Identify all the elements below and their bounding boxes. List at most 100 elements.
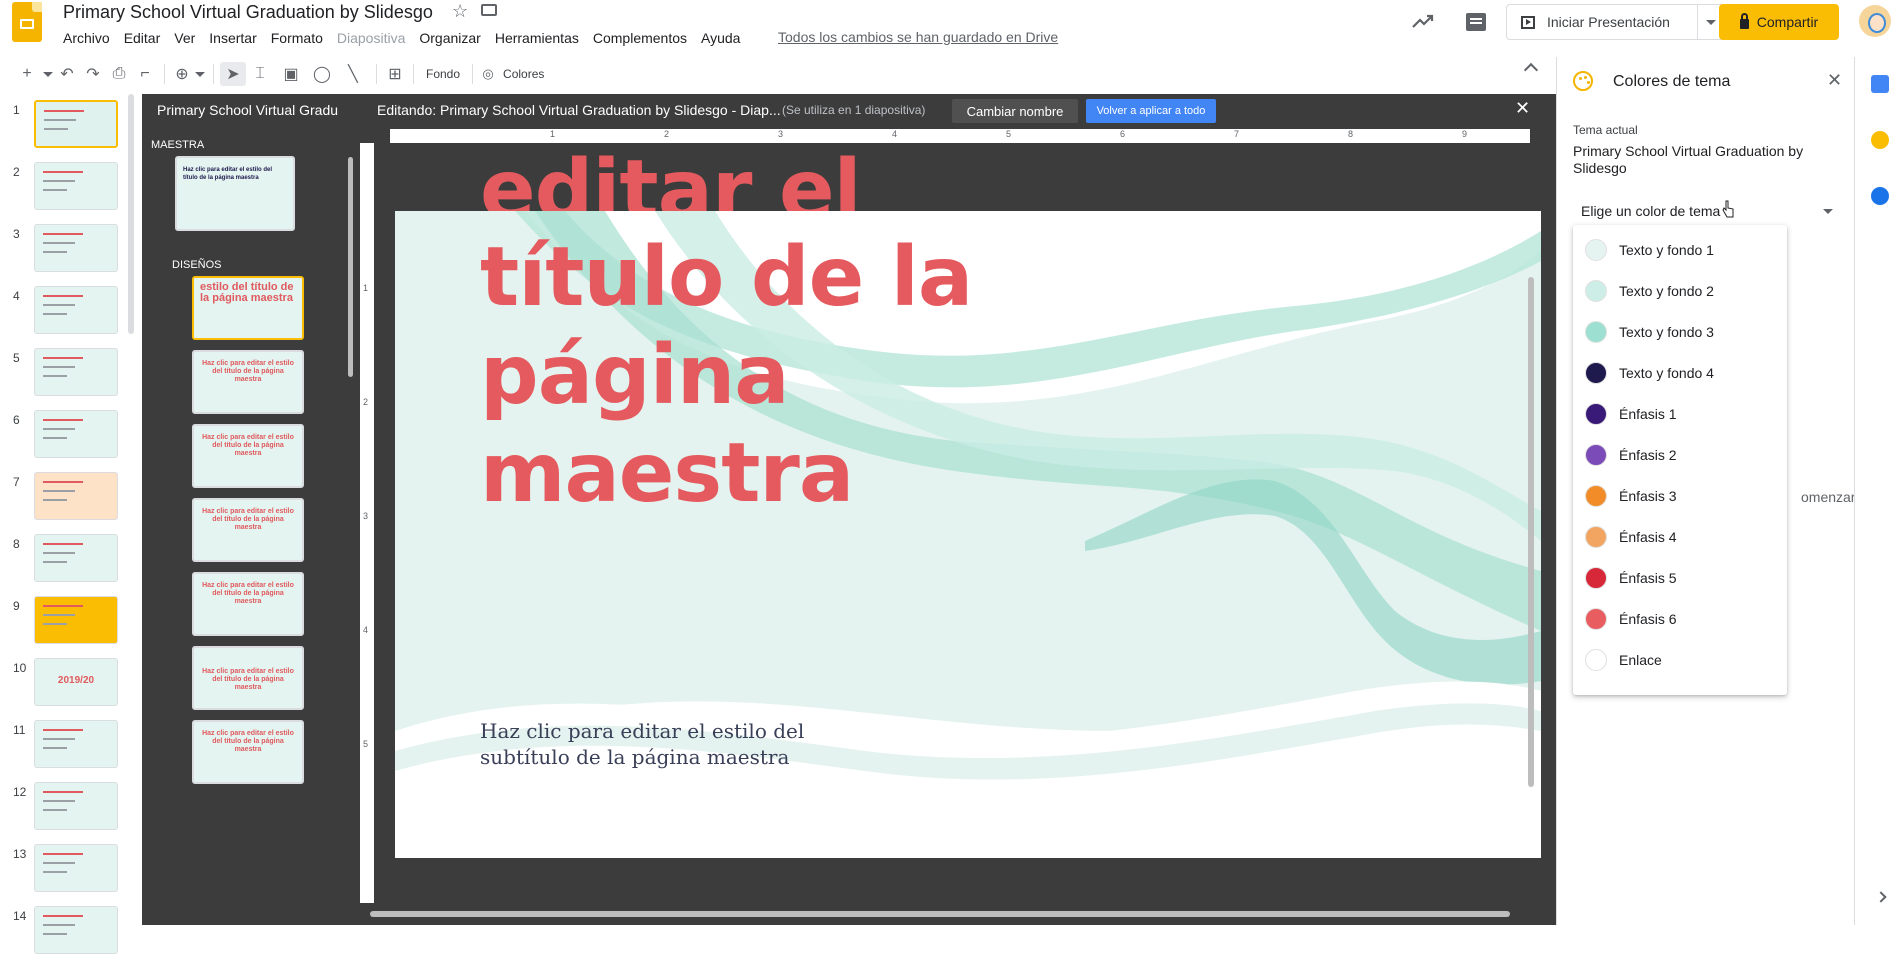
new-slide-icon[interactable]: + <box>12 62 42 86</box>
layout-thumbnail[interactable]: Haz clic para editar el estilo del títul… <box>192 424 304 488</box>
keep-icon[interactable] <box>1871 131 1889 149</box>
text-box-icon[interactable]: ⌶ <box>246 62 274 86</box>
menu-formato[interactable]: Formato <box>264 29 330 47</box>
reapply-all-button[interactable]: Volver a aplicar a todo <box>1086 99 1216 123</box>
slide-thumbnail[interactable] <box>34 348 118 396</box>
line-icon[interactable]: ╲ <box>336 62 370 86</box>
comments-icon[interactable] <box>1466 13 1486 31</box>
slide-thumbnail[interactable] <box>34 596 118 644</box>
slide-thumbnail[interactable] <box>34 472 118 520</box>
background-button[interactable]: Fondo <box>420 67 466 81</box>
menu-organizar[interactable]: Organizar <box>412 29 487 47</box>
slide-thumbnail[interactable] <box>34 286 118 334</box>
layout-thumbnail[interactable]: estilo del título de la página maestra <box>192 276 304 340</box>
menu-diapositiva[interactable]: Diapositiva <box>330 29 412 47</box>
filmstrip-slide[interactable]: 1 <box>0 100 142 162</box>
image-icon[interactable]: ▣ <box>274 62 308 86</box>
palette-small-icon[interactable]: ◎ <box>479 62 497 86</box>
theme-color-option[interactable]: Énfasis 3 <box>1573 475 1787 516</box>
activity-trend-icon[interactable] <box>1412 13 1434 29</box>
filmstrip-slide[interactable]: 10 2019/20 <box>0 658 142 720</box>
horizontal-ruler[interactable]: 1 2 3 4 5 6 7 8 9 <box>390 129 1530 143</box>
layout-thumbnail[interactable]: Haz clic para editar el estilo del títul… <box>192 498 304 562</box>
slide-thumbnail[interactable] <box>34 100 118 148</box>
theme-name-field[interactable]: Primary School Virtual Gradu <box>157 102 347 118</box>
saved-status-link[interactable]: Todos los cambios se han guardado en Dri… <box>778 29 1058 45</box>
layout-thumbnail[interactable]: Haz clic para editar el estilo del títul… <box>192 720 304 784</box>
menu-insertar[interactable]: Insertar <box>202 29 263 47</box>
filmstrip-slide[interactable]: 14 <box>0 906 142 968</box>
expand-side-panel-icon[interactable] <box>1875 891 1887 903</box>
theme-color-option[interactable]: Énfasis 6 <box>1573 598 1787 639</box>
redo-icon[interactable]: ↷ <box>80 62 106 86</box>
present-button[interactable]: Iniciar Presentación <box>1506 4 1724 40</box>
slide-thumbnail[interactable] <box>34 906 118 954</box>
menu-herramientas[interactable]: Herramientas <box>488 29 586 47</box>
canvas-horizontal-scrollbar[interactable] <box>370 911 1510 917</box>
layout-thumbnail[interactable]: Haz clic para editar el estilo del títul… <box>192 572 304 636</box>
select-cursor-icon[interactable]: ➤ <box>220 62 246 86</box>
filmstrip-slide[interactable]: 9 <box>0 596 142 658</box>
document-title[interactable]: Primary School Virtual Graduation by Sli… <box>63 2 433 23</box>
layouts-scrollbar[interactable] <box>348 157 353 377</box>
layout-thumbnail[interactable]: Haz clic para editar el estilo del títul… <box>192 350 304 414</box>
slide-subtitle-placeholder[interactable]: Haz clic para editar el estilo del subtí… <box>480 718 900 770</box>
rename-button[interactable]: Cambiar nombre <box>952 99 1078 123</box>
slide-thumbnail[interactable] <box>34 720 118 768</box>
menu-archivo[interactable]: Archivo <box>56 29 117 47</box>
theme-color-option[interactable]: Énfasis 5 <box>1573 557 1787 598</box>
vertical-ruler[interactable]: 1 2 3 4 5 <box>360 143 374 903</box>
insert-placeholder-icon[interactable]: ⊞ <box>383 62 407 86</box>
theme-color-option[interactable]: Énfasis 1 <box>1573 393 1787 434</box>
undo-icon[interactable]: ↶ <box>54 62 80 86</box>
filmstrip-slide[interactable]: 11 <box>0 720 142 782</box>
menu-ver[interactable]: Ver <box>167 29 202 47</box>
slide-thumbnail[interactable] <box>34 844 118 892</box>
colors-button[interactable]: Colores <box>497 67 550 81</box>
slide-thumbnail[interactable] <box>34 782 118 830</box>
filmstrip-slide[interactable]: 13 <box>0 844 142 906</box>
theme-color-option[interactable]: Texto y fondo 3 <box>1573 311 1787 352</box>
filmstrip-slide[interactable]: 7 <box>0 472 142 534</box>
new-slide-dropdown-icon[interactable] <box>42 62 54 86</box>
menu-editar[interactable]: Editar <box>117 29 168 47</box>
print-icon[interactable]: ⎙ <box>106 62 132 86</box>
slide-thumbnail[interactable] <box>34 162 118 210</box>
filmstrip-slide[interactable]: 12 <box>0 782 142 844</box>
filmstrip-slide[interactable]: 8 <box>0 534 142 596</box>
theme-color-option[interactable]: Texto y fondo 2 <box>1573 270 1787 311</box>
slides-logo-icon[interactable] <box>12 2 42 42</box>
layout-thumbnail[interactable]: Haz clic para editar el estilo del títul… <box>192 646 304 710</box>
slide-thumbnail[interactable] <box>34 534 118 582</box>
canvas-vertical-scrollbar[interactable] <box>1528 277 1534 787</box>
slide-canvas[interactable]: estilo del título de la página maestra H… <box>395 211 1541 858</box>
calendar-icon[interactable] <box>1871 75 1889 93</box>
slide-thumbnail[interactable]: 2019/20 <box>34 658 118 706</box>
zoom-dropdown-icon[interactable] <box>193 62 207 86</box>
slide-thumbnail[interactable] <box>34 224 118 272</box>
slide-title-placeholder[interactable]: estilo del título de la página maestra <box>480 211 1040 523</box>
filmstrip-slide[interactable]: 2 <box>0 162 142 224</box>
theme-color-select[interactable]: Elige un color de tema <box>1573 197 1843 225</box>
star-icon[interactable]: ☆ <box>452 1 468 22</box>
filmstrip-slide[interactable]: 4 <box>0 286 142 348</box>
master-thumbnail[interactable]: Haz clic para editar el estilo del títul… <box>175 156 295 231</box>
zoom-icon[interactable]: ⊕ <box>171 62 193 86</box>
filmstrip-slide[interactable]: 5 <box>0 348 142 410</box>
theme-color-option[interactable]: Énfasis 4 <box>1573 516 1787 557</box>
tasks-icon[interactable] <box>1871 187 1889 205</box>
filmstrip-slide[interactable]: 3 <box>0 224 142 286</box>
filmstrip-slide[interactable]: 6 <box>0 410 142 472</box>
move-folder-icon[interactable] <box>481 4 497 16</box>
slide-thumbnail[interactable] <box>34 410 118 458</box>
filmstrip-scrollbar[interactable] <box>128 94 134 334</box>
theme-color-option[interactable]: Texto y fondo 1 <box>1573 229 1787 270</box>
close-editor-icon[interactable]: ✕ <box>1515 98 1530 119</box>
share-button[interactable]: Compartir <box>1719 4 1839 40</box>
paint-format-icon[interactable]: ⌐ <box>132 62 158 86</box>
theme-color-option[interactable]: Énfasis 2 <box>1573 434 1787 475</box>
menu-complementos[interactable]: Complementos <box>586 29 694 47</box>
theme-color-option[interactable]: Enlace <box>1573 639 1787 680</box>
shape-icon[interactable]: ◯ <box>308 62 336 86</box>
theme-color-option[interactable]: Texto y fondo 4 <box>1573 352 1787 393</box>
